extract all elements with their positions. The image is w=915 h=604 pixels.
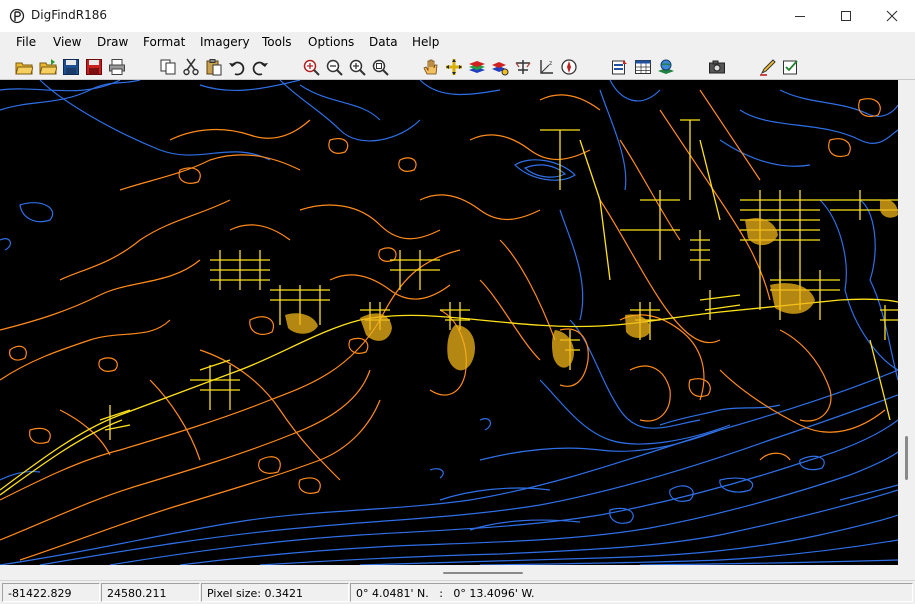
status-bar: -81422.829 24580.211 Pixel size: 0.3421 … (0, 580, 915, 604)
paste-icon (206, 59, 222, 76)
coordinate-axis-icon: z (540, 60, 553, 74)
redo-icon (252, 61, 268, 76)
coordinate-axis-button[interactable]: z (536, 57, 556, 77)
status-x-coordinate: -81422.829 (2, 583, 100, 602)
minimize-button[interactable] (777, 0, 823, 32)
properties-button[interactable] (610, 57, 630, 77)
maximize-button[interactable] (823, 0, 869, 32)
cut-icon (183, 58, 199, 76)
close-button[interactable] (869, 0, 915, 32)
close-icon (886, 10, 898, 22)
maximize-icon (841, 11, 851, 21)
open-project-button[interactable] (38, 57, 58, 77)
pan-hand-icon (423, 59, 438, 75)
menu-format[interactable]: Format (143, 35, 185, 49)
menu-file[interactable]: File (16, 35, 36, 49)
menu-data[interactable]: Data (369, 35, 398, 49)
copy-button[interactable] (158, 57, 178, 77)
status-pixel-size: Pixel size: 0.3421 (201, 583, 349, 602)
save-icon (63, 59, 79, 75)
zoom-in-icon (349, 59, 366, 76)
app-logo-icon (9, 8, 25, 24)
vertical-scrollbar[interactable] (898, 80, 915, 565)
undo-button[interactable] (227, 57, 247, 77)
topographic-map[interactable] (0, 80, 898, 565)
menu-bar: File View Draw Format Imagery Tools Opti… (0, 32, 915, 54)
save-as-icon (86, 59, 102, 75)
open-project-icon (39, 59, 57, 75)
menu-help[interactable]: Help (412, 35, 439, 49)
zoom-window-icon (372, 59, 389, 76)
vertical-scroll-thumb[interactable] (905, 436, 908, 480)
edit-button[interactable] (758, 57, 778, 77)
table-icon (635, 60, 651, 74)
checklist-icon (783, 60, 798, 75)
open-folder-icon (15, 62, 33, 75)
layers-button[interactable] (467, 57, 487, 77)
svg-text:z: z (549, 60, 552, 67)
toolbar: z (0, 54, 915, 80)
horizontal-scrollbar[interactable] (0, 565, 898, 580)
menu-imagery[interactable]: Imagery (200, 35, 250, 49)
properties-icon (612, 60, 627, 75)
globe-layers-icon (658, 59, 674, 74)
menu-options[interactable]: Options (308, 35, 354, 49)
zoom-in-button[interactable] (347, 57, 367, 77)
edit-pencil-icon (760, 59, 776, 76)
globe-layers-button[interactable] (656, 57, 676, 77)
copy-icon (160, 59, 176, 75)
minimize-icon (795, 16, 805, 17)
compass-icon (561, 59, 577, 75)
camera-icon (709, 60, 725, 74)
status-lat-lon: 0° 4.0481' N. : 0° 13.4096' W. (350, 583, 913, 602)
zoom-out-button[interactable] (324, 57, 344, 77)
crosshair-move-icon (446, 59, 462, 75)
window-title: DigFindR186 (31, 8, 108, 22)
save-as-button[interactable] (84, 57, 104, 77)
horizontal-scroll-thumb[interactable] (443, 572, 523, 574)
zoom-window-button[interactable] (370, 57, 390, 77)
zoom-out-icon (326, 59, 343, 76)
layers-icon (469, 61, 485, 73)
title-bar: DigFindR186 (0, 0, 915, 32)
map-canvas[interactable] (0, 80, 898, 565)
paste-button[interactable] (204, 57, 224, 77)
zoom-extent-icon (303, 59, 320, 76)
table-button[interactable] (633, 57, 653, 77)
print-button[interactable] (107, 57, 127, 77)
menu-view[interactable]: View (53, 35, 81, 49)
menu-draw[interactable]: Draw (97, 35, 128, 49)
menu-tools[interactable]: Tools (262, 35, 292, 49)
print-icon (109, 59, 125, 75)
layer-properties-icon (492, 62, 509, 76)
scrollbar-corner (898, 565, 915, 580)
cut-button[interactable] (181, 57, 201, 77)
zoom-extent-button[interactable] (301, 57, 321, 77)
open-button[interactable] (14, 57, 34, 77)
checklist-button[interactable] (781, 57, 801, 77)
save-button[interactable] (61, 57, 81, 77)
camera-button[interactable] (707, 57, 727, 77)
status-y-coordinate: 24580.211 (101, 583, 200, 602)
layer-properties-button[interactable] (490, 57, 510, 77)
undo-icon (229, 61, 245, 76)
measure-button[interactable] (513, 57, 533, 77)
pan-button[interactable] (421, 57, 441, 77)
compass-button[interactable] (559, 57, 579, 77)
measure-icon (515, 60, 531, 74)
redo-button[interactable] (250, 57, 270, 77)
map-background (0, 80, 898, 565)
move-button[interactable] (444, 57, 464, 77)
